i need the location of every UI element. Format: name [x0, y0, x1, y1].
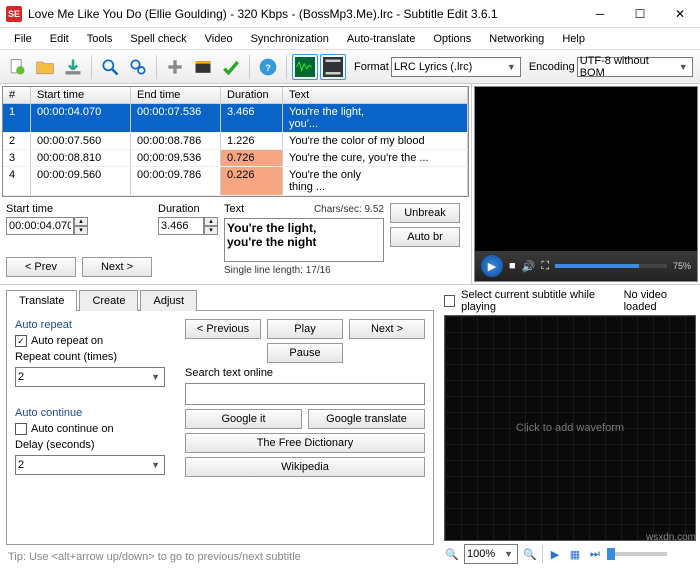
text-label: Text	[224, 203, 244, 216]
play-icon[interactable]: ▶	[481, 255, 503, 277]
encoding-label: Encoding	[529, 61, 575, 73]
auto-repeat-label: Auto repeat	[15, 319, 169, 331]
save-icon[interactable]	[60, 54, 86, 80]
repeat-count-combo[interactable]: 2▼	[15, 367, 165, 387]
tab-adjust[interactable]: Adjust	[140, 290, 197, 311]
menu-edit[interactable]: Edit	[42, 31, 77, 47]
previous-button[interactable]: < Previous	[185, 319, 261, 339]
google-button[interactable]: Google it	[185, 409, 302, 429]
subtitle-text-input[interactable]: You're the light, you're the night	[224, 218, 384, 262]
unbreak-button[interactable]: Unbreak	[390, 203, 460, 223]
menu-help[interactable]: Help	[554, 31, 593, 47]
line-length: Single line length: 17/16	[224, 264, 384, 277]
wave-play-icon[interactable]: ▶	[547, 546, 563, 562]
select-while-playing-checkbox[interactable]	[444, 295, 455, 307]
wave-grid-icon[interactable]: ▦	[567, 546, 583, 562]
start-time-label: Start time	[6, 203, 152, 215]
waveform-placeholder: Click to add waveform	[516, 422, 624, 434]
free-dictionary-button[interactable]: The Free Dictionary	[185, 433, 425, 453]
google-translate-button[interactable]: Google translate	[308, 409, 425, 429]
menu-sync[interactable]: Synchronization	[243, 31, 337, 47]
maximize-button[interactable]: ☐	[620, 0, 660, 28]
format-combo[interactable]: LRC Lyrics (.lrc)▼	[391, 57, 521, 77]
table-row[interactable]: 100:00:04.07000:00:07.5363.466You're the…	[3, 104, 468, 133]
col-num[interactable]: #	[3, 87, 31, 103]
col-end[interactable]: End time	[131, 87, 221, 103]
prev-button[interactable]: < Prev	[6, 257, 76, 277]
delay-combo[interactable]: 2▼	[15, 455, 165, 475]
subtitle-grid[interactable]: # Start time End time Duration Text 100:…	[2, 86, 469, 197]
zoom-in-icon[interactable]: 🔍	[522, 546, 538, 562]
chars-sec: Chars/sec: 9.52	[314, 203, 384, 216]
menu-options[interactable]: Options	[425, 31, 479, 47]
start-time-input[interactable]: ▴▾	[6, 217, 152, 235]
auto-continue-checkbox[interactable]: Auto continue on	[15, 423, 169, 435]
table-row[interactable]: 200:00:07.56000:00:08.7861.226You're the…	[3, 133, 468, 150]
col-text[interactable]: Text	[283, 87, 468, 103]
select-while-playing-label: Select current subtitle while playing	[461, 289, 617, 313]
tab-create[interactable]: Create	[79, 290, 138, 311]
menu-autotranslate[interactable]: Auto-translate	[339, 31, 423, 47]
menu-tools[interactable]: Tools	[79, 31, 121, 47]
video-percent: 75%	[673, 261, 691, 271]
next-sub-button[interactable]: Next >	[349, 319, 425, 339]
menu-file[interactable]: File	[6, 31, 40, 47]
tip-text: Tip: Use <alt+arrow up/down> to go to pr…	[6, 545, 434, 565]
settings-icon[interactable]	[162, 54, 188, 80]
window-title: Love Me Like You Do (Ellie Goulding) - 3…	[28, 7, 580, 21]
menu-video[interactable]: Video	[197, 31, 241, 47]
col-start[interactable]: Start time	[31, 87, 131, 103]
close-button[interactable]: ✕	[660, 0, 700, 28]
menu-spellcheck[interactable]: Spell check	[122, 31, 194, 47]
video-icon[interactable]	[190, 54, 216, 80]
tab-translate[interactable]: Translate	[6, 290, 77, 311]
encoding-combo[interactable]: UTF-8 without BOM▼	[577, 57, 693, 77]
wave-position-slider[interactable]	[607, 552, 667, 556]
video-progress[interactable]	[555, 264, 667, 268]
col-dur[interactable]: Duration	[221, 87, 283, 103]
videoview-icon[interactable]	[320, 54, 346, 80]
duration-label: Duration	[158, 203, 218, 215]
auto-repeat-checkbox[interactable]: ✓Auto repeat on	[15, 335, 169, 347]
watermark: wsxdn.com	[646, 532, 696, 543]
minimize-button[interactable]: ─	[580, 0, 620, 28]
wikipedia-button[interactable]: Wikipedia	[185, 457, 425, 477]
pause-button[interactable]: Pause	[267, 343, 343, 363]
delay-label: Delay (seconds)	[15, 439, 169, 451]
table-row[interactable]: 300:00:08.81000:00:09.5360.726You're the…	[3, 150, 468, 167]
no-video-label: No video loaded	[624, 289, 696, 313]
play-button[interactable]: Play	[267, 319, 343, 339]
wave-next-icon[interactable]: ⏭	[587, 546, 603, 562]
video-preview[interactable]: ▶ ■ 🔊 ⛶ 75%	[474, 86, 698, 282]
next-button[interactable]: Next >	[82, 257, 152, 277]
app-icon: SE	[6, 6, 22, 22]
search-label: Search text online	[185, 367, 425, 379]
zoom-combo[interactable]: 100%▼	[464, 544, 518, 564]
spellcheck-icon[interactable]	[218, 54, 244, 80]
fullscreen-icon[interactable]: ⛶	[541, 260, 549, 273]
svg-text:?: ?	[265, 63, 271, 73]
table-row[interactable]: 400:00:09.56000:00:09.7860.226You're the…	[3, 167, 468, 196]
duration-input[interactable]: ▴▾	[158, 217, 218, 235]
waveform-icon[interactable]	[292, 54, 318, 80]
waveform-area[interactable]: Click to add waveform	[444, 315, 696, 541]
replace-icon[interactable]	[125, 54, 151, 80]
auto-continue-label: Auto continue	[15, 407, 169, 419]
autobr-button[interactable]: Auto br	[390, 227, 460, 247]
help-icon[interactable]: ?	[255, 54, 281, 80]
find-icon[interactable]	[97, 54, 123, 80]
menu-bar: File Edit Tools Spell check Video Synchr…	[0, 28, 700, 50]
volume-icon[interactable]: 🔊	[522, 260, 536, 273]
menu-networking[interactable]: Networking	[481, 31, 552, 47]
format-label: Format	[354, 61, 389, 73]
open-icon[interactable]	[32, 54, 58, 80]
search-input[interactable]	[185, 383, 425, 405]
zoom-out-icon[interactable]: 🔍	[444, 546, 460, 562]
new-icon[interactable]	[4, 54, 30, 80]
repeat-count-label: Repeat count (times)	[15, 351, 169, 363]
stop-icon[interactable]: ■	[509, 260, 516, 272]
